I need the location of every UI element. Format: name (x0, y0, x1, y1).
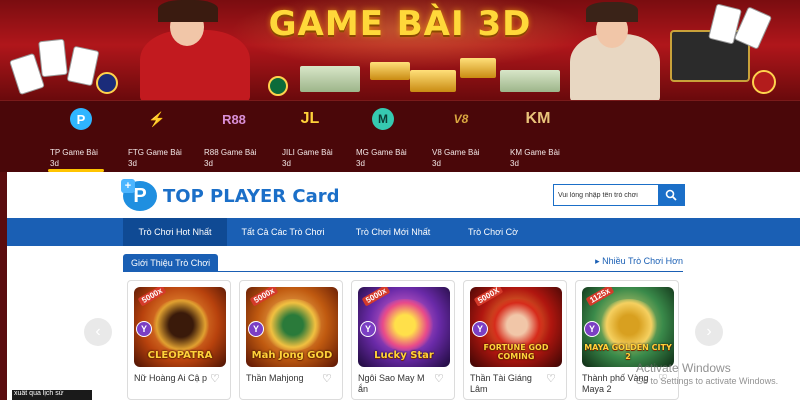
provider-km[interactable]: KM KM Game Bài 3d (510, 107, 580, 168)
carousel-prev-button[interactable]: ‹ (84, 318, 112, 346)
game-card[interactable]: 5000x Y Lucky Star Ngôi Sao May M ắn ♡ T… (351, 280, 455, 400)
provider-sub: 3d (204, 159, 213, 168)
gold-bar-image (410, 70, 456, 92)
provider-sub: 3d (50, 159, 59, 168)
provider-nav: P TP Game Bài 3d ⚡ FTG Game Bài 3d R88 R… (0, 100, 800, 172)
casino-chip-image (96, 72, 118, 94)
gold-bar-image (460, 58, 496, 78)
carousel-next-button[interactable]: › (695, 318, 723, 346)
provider-label: MG Game Bài (356, 148, 407, 157)
jili-logo-icon: JL (300, 110, 320, 127)
provider-r88[interactable]: R88 R88 Game Bài 3d (204, 107, 274, 169)
site-logo-text: TOP PLAYER Card (163, 186, 340, 207)
casino-chip-image (268, 76, 288, 96)
game-name[interactable]: Thần Mahjong (246, 373, 322, 384)
casino-chip-image (752, 70, 776, 94)
game-name[interactable]: Thần Tài Giáng Lâm (470, 373, 546, 395)
game-art-title: Mah Jong GOD (251, 350, 333, 361)
game-art-title: MAYA GOLDEN CITY 2 (584, 343, 672, 361)
heart-icon[interactable]: ♡ (434, 373, 446, 385)
game-name[interactable]: Nữ Hoàng Ai Cậ p (134, 373, 210, 384)
history-label: xuất qua lịch sử (12, 390, 92, 400)
tab-all[interactable]: Tất Cả Các Trò Chơi (229, 218, 337, 246)
activate-windows-hint: Go to Settings to activate Windows. (636, 376, 779, 386)
hero-banner: GAME BÀI 3D (0, 0, 800, 100)
tab-hot[interactable]: Trò Chơi Hot Nhất (123, 218, 227, 246)
tab-new[interactable]: Trò Chơi Mới Nhất (343, 218, 443, 246)
section-header: Giới Thiệu Trò Chơi ▸ Nhiều Trò Chơi Hơn (123, 254, 683, 272)
provider-y-icon: Y (248, 321, 264, 337)
provider-v8[interactable]: V8 V8 Game Bài 3d (432, 107, 502, 168)
provider-label: JILI Game Bài (282, 148, 333, 157)
provider-sub: 3d (356, 159, 365, 168)
km-logo-icon: KM (525, 110, 551, 127)
lucky-star-art-image (374, 299, 436, 351)
provider-sub: 3d (510, 159, 519, 168)
more-games-link[interactable]: ▸ Nhiều Trò Chơi Hơn (595, 256, 683, 267)
provider-label: TP Game Bài (50, 148, 98, 157)
search-icon (665, 189, 677, 201)
game-thumbnail[interactable]: 5000x Y CLEOPATRA (134, 287, 226, 367)
section-title: Giới Thiệu Trò Chơi (123, 254, 219, 272)
provider-label: KM Game Bài (510, 148, 560, 157)
search-input[interactable] (554, 185, 658, 205)
game-tabs: Trò Chơi Hot Nhất Tất Cả Các Trò Chơi Tr… (7, 218, 800, 246)
provider-sub: 3d (282, 159, 291, 168)
chevron-left-icon: ‹ (95, 323, 101, 340)
activate-windows-title: Activate Windows (636, 361, 731, 375)
game-thumbnail[interactable]: 5000x Y Mah Jong GOD (246, 287, 338, 367)
ftg-logo-icon: ⚡ (148, 110, 166, 127)
game-name[interactable]: Ngôi Sao May M ắn (358, 373, 434, 395)
heart-icon[interactable]: ♡ (322, 373, 334, 385)
chevron-right-icon: › (706, 323, 712, 340)
provider-jili[interactable]: JL JILI Game Bài 3d (282, 107, 352, 168)
heart-icon[interactable]: ♡ (546, 373, 558, 385)
mg-logo-icon: M (372, 108, 394, 130)
v8-logo-icon: V8 (453, 112, 469, 126)
playing-card-image (66, 45, 100, 87)
provider-sub: 3d (432, 159, 441, 168)
provider-y-icon: Y (136, 321, 152, 337)
search-button[interactable] (658, 185, 684, 205)
provider-label: R88 Game Bài (204, 148, 257, 157)
tp-logo-icon: P (70, 108, 92, 130)
top-player-logo-icon: P + (121, 179, 157, 211)
game-art-title: CLEOPATRA (147, 350, 213, 361)
provider-tp[interactable]: P TP Game Bài 3d (48, 107, 120, 172)
mahjong-god-art-image (262, 299, 324, 351)
provider-label: FTG Game Bài (128, 148, 182, 157)
plus-icon: + (121, 179, 135, 193)
cleopatra-art-image (150, 299, 212, 351)
r88-logo-icon: R88 (222, 111, 246, 127)
money-stack-image (500, 70, 560, 92)
site-logo[interactable]: P + TOP PLAYER Card (121, 179, 363, 213)
money-stack-image (300, 66, 360, 92)
provider-sub: 3d (128, 159, 137, 168)
game-art-title: FORTUNE GOD COMING (483, 343, 549, 361)
game-art-title: Lucky Star (374, 350, 434, 361)
game-card[interactable]: 5000X Y FORTUNE GOD COMING Thần Tài Gián… (463, 280, 567, 400)
game-thumbnail[interactable]: 1125x Y MAYA GOLDEN CITY 2 (582, 287, 674, 367)
game-card[interactable]: 5000x Y CLEOPATRA Nữ Hoàng Ai Cậ p ♡ TP (127, 280, 231, 400)
playing-card-image (38, 38, 68, 78)
provider-y-icon: Y (584, 321, 600, 337)
provider-y-icon: Y (360, 321, 376, 337)
heart-icon[interactable]: ♡ (210, 373, 222, 385)
game-thumbnail[interactable]: 5000X Y FORTUNE GOD COMING (470, 287, 562, 367)
provider-y-icon: Y (472, 321, 488, 337)
provider-mg[interactable]: M MG Game Bài 3d (356, 107, 426, 168)
banner-title: GAME BÀI 3D (268, 4, 532, 44)
provider-ftg[interactable]: ⚡ FTG Game Bài 3d (128, 107, 198, 169)
provider-label: V8 Game Bài (432, 148, 480, 157)
game-card[interactable]: 5000x Y Mah Jong GOD Thần Mahjong ♡ TP (239, 280, 343, 400)
tab-chess[interactable]: Trò Chơi Cờ (453, 218, 533, 246)
game-thumbnail[interactable]: 5000x Y Lucky Star (358, 287, 450, 367)
gold-bar-image (370, 62, 410, 80)
search-box (553, 184, 685, 206)
